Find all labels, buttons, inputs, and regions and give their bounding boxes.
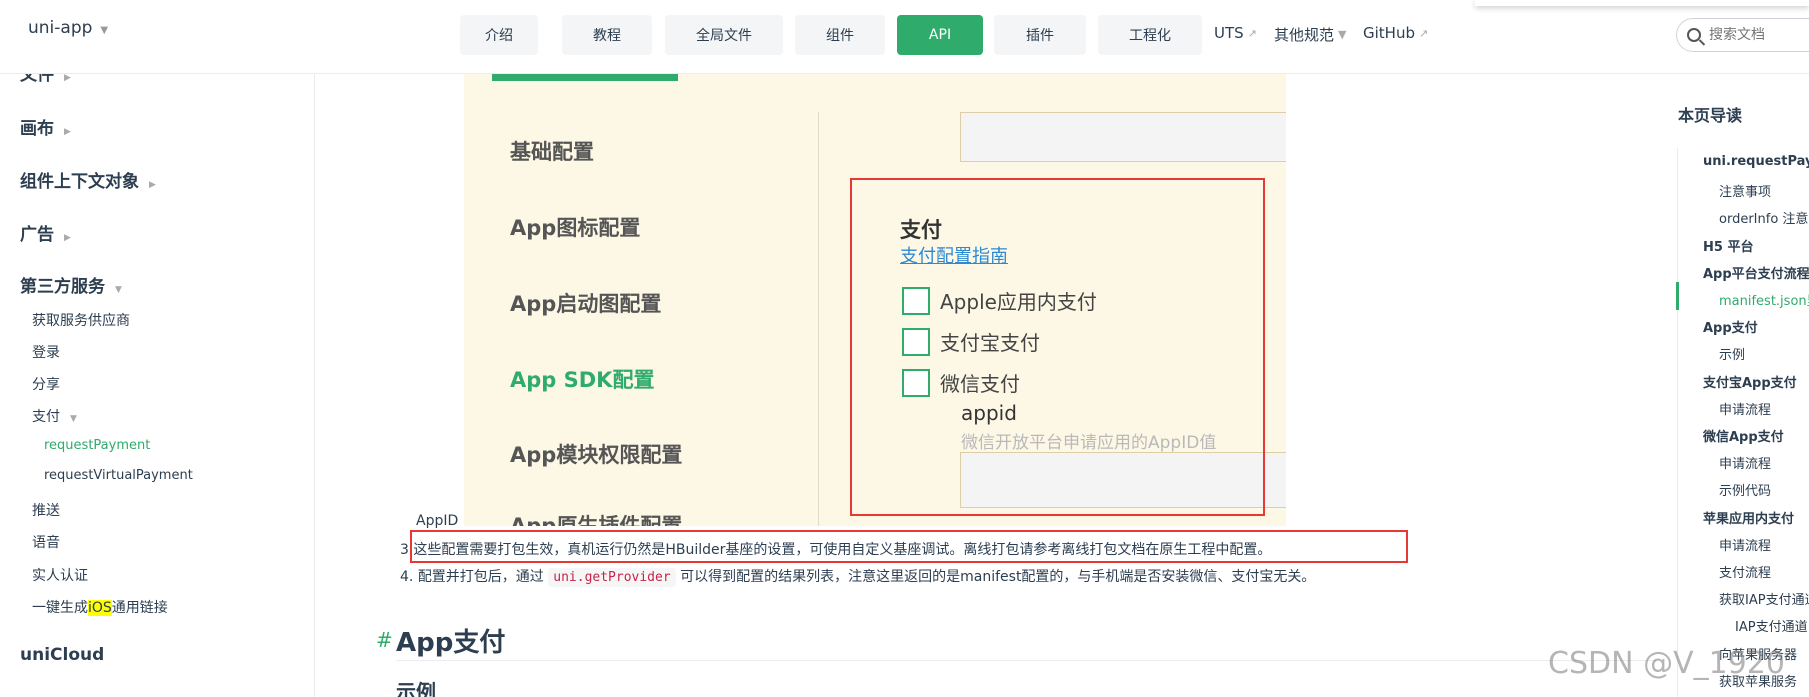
config-item-native-plugins: App原生插件配置	[510, 514, 683, 526]
inline-code: uni.getProvider	[548, 568, 676, 587]
toc-item[interactable]: 获取IAP支付通道	[1719, 589, 1809, 608]
chevron-down-icon: ▼	[70, 414, 77, 424]
toc-item[interactable]: 申请流程	[1719, 399, 1771, 418]
sidebar-subitem-request-payment[interactable]: requestPayment	[44, 438, 150, 453]
toc-item[interactable]: 申请流程	[1719, 535, 1771, 554]
sidebar-item-label-prefix: 一键生成	[32, 600, 88, 616]
sidebar-group-unicloud[interactable]: uniCloud	[20, 645, 104, 665]
toc-item[interactable]: App平台支付流程	[1703, 263, 1809, 282]
chevron-right-icon: ▶	[64, 127, 71, 137]
nav-button-plugins[interactable]: 插件	[994, 15, 1086, 55]
sidebar-subitem-request-virtual-payment[interactable]: requestVirtualPayment	[44, 468, 193, 483]
brand-label: uni-app	[28, 18, 93, 38]
top-navbar: uni-app ▼ 介绍 教程 全局文件 组件 API 插件 工程化 UTS ↗ 其…	[0, 0, 1809, 74]
section-heading: App支付	[396, 628, 506, 658]
external-link-icon: ↗	[1247, 26, 1257, 40]
heading-anchor-link[interactable]: #	[376, 628, 393, 652]
sidebar-item-voice[interactable]: 语音	[32, 532, 60, 552]
toc-item[interactable]: 支付宝App支付	[1703, 372, 1797, 391]
sidebar-item-login[interactable]: 登录	[32, 342, 60, 362]
config-item-app-icon: App图标配置	[510, 216, 641, 240]
sidebar-group-ads[interactable]: 广告 ▶	[20, 220, 71, 245]
toc-item[interactable]: IAP支付通道	[1735, 616, 1808, 635]
config-item-app-sdk: App SDK配置	[510, 368, 655, 392]
toc-item[interactable]: 申请流程	[1719, 453, 1771, 472]
chevron-right-icon: ▶	[64, 233, 71, 243]
note-number: 4.	[400, 569, 414, 585]
sidebar-group-label: 组件上下文对象	[20, 172, 139, 192]
note-item-4: 4. 配置并打包后，通过 uni.getProvider 可以得到配置的结果列表…	[400, 566, 1316, 587]
toc-rail	[1677, 148, 1678, 697]
toc-item[interactable]: orderInfo 注意事项	[1719, 208, 1809, 227]
chevron-right-icon: ▶	[149, 180, 156, 190]
nav-link-uts[interactable]: UTS ↗	[1214, 24, 1257, 42]
chevron-down-icon: ▼	[115, 285, 122, 295]
csdn-watermark: CSDN @V_1920	[1548, 646, 1785, 681]
toc-active-marker	[1676, 282, 1679, 310]
toc-item[interactable]: 苹果应用内支付	[1703, 508, 1794, 527]
nav-button-engineering[interactable]: 工程化	[1098, 15, 1202, 55]
chevron-down-icon: ▼	[1338, 28, 1347, 41]
sidebar-group-component-context[interactable]: 组件上下文对象 ▶	[20, 167, 156, 192]
toc-item[interactable]: 示例	[1719, 344, 1745, 363]
search-icon	[1687, 28, 1701, 42]
chevron-right-icon: ▶	[64, 74, 71, 83]
heading-divider	[396, 660, 1656, 661]
toc-title: 本页导读	[1678, 106, 1743, 125]
appid-caption: AppID	[416, 513, 459, 529]
panel-divider	[818, 112, 819, 526]
toc-item[interactable]: 示例代码	[1719, 480, 1771, 499]
config-input-top	[960, 112, 1286, 162]
popup-shadow	[1475, 0, 1809, 6]
sidebar-item-get-provider[interactable]: 获取服务供应商	[32, 310, 130, 330]
config-item-splash: App启动图配置	[510, 292, 662, 316]
sidebar-group-canvas[interactable]: 画布 ▶	[20, 114, 71, 139]
sidebar-item-label: 支付	[32, 409, 60, 425]
highlight-box-note	[410, 530, 1408, 563]
sidebar-group-files[interactable]: 文件 ▶	[20, 74, 71, 85]
nav-button-global-files[interactable]: 全局文件	[665, 15, 783, 55]
search-input[interactable]	[1709, 27, 1809, 43]
nav-link-other-specs-label: 其他规范	[1274, 26, 1335, 44]
nav-link-github-label: GitHub	[1363, 24, 1415, 42]
note-text-post: 可以得到配置的结果列表，注意这里返回的是manifest配置的，与手机端是否安装…	[680, 569, 1316, 585]
nav-link-other-specs[interactable]: 其他规范 ▼	[1274, 24, 1346, 45]
nav-button-intro[interactable]: 介绍	[460, 15, 538, 55]
nav-button-api[interactable]: API	[897, 15, 983, 55]
sidebar-group-third-party[interactable]: 第三方服务 ▼	[20, 272, 122, 297]
highlight-box-payment	[850, 178, 1265, 516]
toc-item[interactable]: App支付	[1703, 317, 1758, 336]
brand-dropdown[interactable]: uni-app ▼	[28, 18, 108, 38]
note-text-pre: 配置并打包后，通过	[417, 569, 544, 585]
config-item-module-permissions: App模块权限配置	[510, 443, 683, 467]
nav-button-tutorial[interactable]: 教程	[562, 15, 652, 55]
sidebar-group-label: 文件	[20, 74, 54, 85]
toc-item[interactable]: manifest.json里的配置	[1719, 290, 1809, 309]
toc-item[interactable]: 注意事项	[1719, 181, 1771, 200]
sidebar-group-label: 画布	[20, 119, 54, 139]
sidebar-item-label-suffix: 通用链接	[111, 600, 168, 616]
nav-link-github[interactable]: GitHub ↗	[1363, 24, 1428, 42]
highlighted-text: iOS	[88, 600, 112, 616]
section-subheading: 示例	[396, 680, 436, 697]
left-sidebar: 文件 ▶ 画布 ▶ 组件上下文对象 ▶ 广告 ▶ 第三方服务 ▼ 获取服务供应商 登录 分…	[0, 74, 315, 697]
sidebar-item-push[interactable]: 推送	[32, 500, 60, 520]
toc-item[interactable]: 支付流程	[1719, 562, 1771, 581]
toc-item[interactable]: uni.requestPayment	[1703, 154, 1809, 169]
sidebar-item-payment[interactable]: 支付 ▼	[32, 406, 77, 426]
sidebar-item-share[interactable]: 分享	[32, 374, 60, 394]
chevron-down-icon: ▼	[100, 25, 109, 36]
search-box[interactable]	[1676, 18, 1809, 52]
toc-item[interactable]: H5 平台	[1703, 236, 1753, 255]
sidebar-group-label: 广告	[20, 225, 54, 245]
nav-button-components[interactable]: 组件	[795, 15, 885, 55]
active-tab-bar	[492, 74, 678, 81]
external-link-icon: ↗	[1418, 26, 1429, 40]
toc-item[interactable]: 微信App支付	[1703, 426, 1784, 445]
sidebar-item-ios-universal-link[interactable]: 一键生成iOS通用链接	[32, 597, 168, 617]
nav-link-uts-label: UTS	[1214, 24, 1244, 42]
sidebar-item-real-name-auth[interactable]: 实人认证	[32, 565, 88, 585]
config-item-basic: 基础配置	[510, 140, 594, 164]
sidebar-group-label: 第三方服务	[20, 277, 105, 297]
